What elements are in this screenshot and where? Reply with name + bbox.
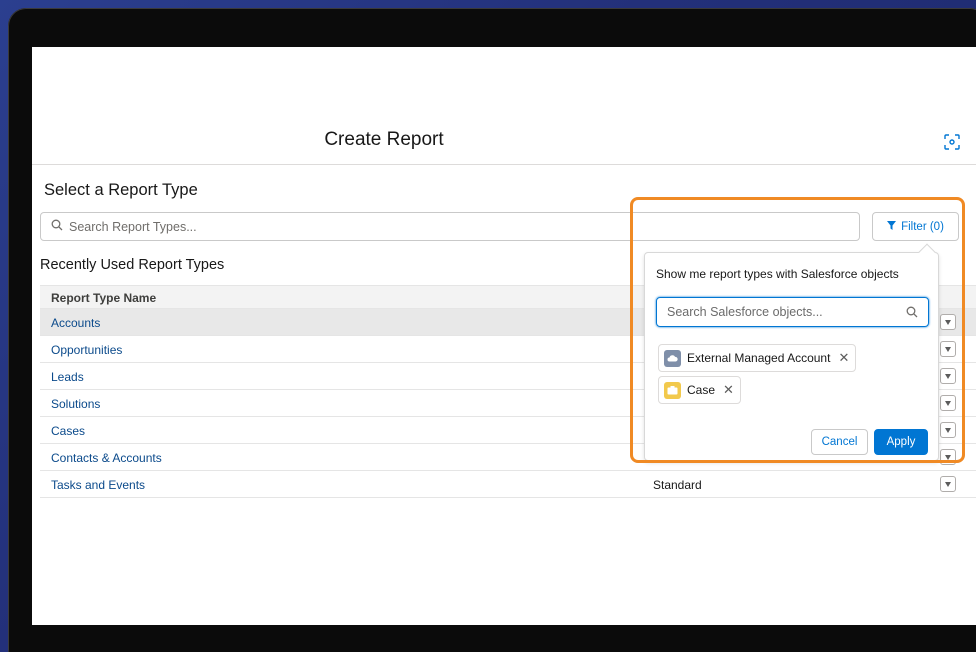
report-type-name[interactable]: Leads — [51, 370, 84, 384]
expand-icon[interactable] — [944, 134, 960, 150]
chevron-down-icon — [945, 481, 951, 487]
report-type-name[interactable]: Accounts — [51, 316, 100, 330]
report-type-name[interactable]: Opportunities — [51, 343, 122, 357]
modal-header: Create Report — [32, 47, 976, 165]
report-type-category: Standard — [653, 478, 702, 492]
section-title: Select a Report Type — [44, 181, 198, 199]
highlight-frame — [630, 197, 965, 463]
report-type-name[interactable]: Cases — [51, 424, 85, 438]
report-type-name[interactable]: Solutions — [51, 397, 100, 411]
column-header-name[interactable]: Report Type Name — [51, 291, 156, 305]
row-menu-button[interactable] — [940, 476, 956, 492]
report-type-name[interactable]: Tasks and Events — [51, 478, 145, 492]
search-icon — [51, 218, 63, 236]
table-row[interactable]: Tasks and Events Standard — [40, 471, 976, 498]
recent-report-types-title: Recently Used Report Types — [40, 257, 225, 273]
report-type-name[interactable]: Contacts & Accounts — [51, 451, 162, 465]
modal-title: Create Report — [324, 129, 444, 150]
